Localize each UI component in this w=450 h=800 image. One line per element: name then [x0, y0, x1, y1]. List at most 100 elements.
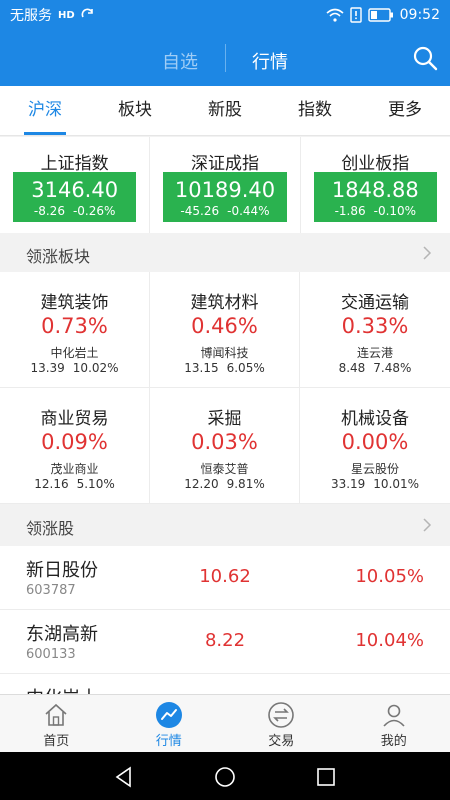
index-value: 1848.88	[331, 178, 419, 202]
sector-card[interactable]: 建筑装饰 0.73% 中化岩土 13.39 10.02%	[0, 272, 150, 388]
index-card-gem[interactable]: 创业板指 1848.88 -1.86 -0.10%	[301, 137, 450, 233]
sector-percent: 0.73%	[41, 314, 108, 338]
sector-lead-stock: 连云港	[356, 346, 393, 360]
section-title: 领涨板块	[26, 247, 91, 266]
lead-stock-price: 8.48	[338, 361, 366, 375]
sector-lead-meta: 12.20 9.81%	[150, 477, 299, 491]
tab-more[interactable]: 更多	[360, 86, 450, 135]
sector-percent: 0.33%	[341, 314, 409, 338]
sector-name: 建筑装饰	[40, 293, 109, 313]
profile-icon	[383, 704, 405, 727]
lead-stock-price: 33.19	[330, 477, 366, 491]
tab-divider	[225, 44, 226, 72]
sector-name: 机械设备	[341, 409, 409, 429]
nav-label: 我的	[380, 734, 407, 749]
sync-icon	[81, 8, 93, 18]
sim-alert-icon	[349, 7, 362, 23]
sector-lead-meta: 13.15 6.05%	[150, 361, 299, 375]
carrier-text: 无服务	[10, 8, 52, 24]
chevron-right-icon	[423, 246, 432, 260]
stock-name: 东湖高新	[26, 624, 98, 645]
lead-stock-price: 13.39	[30, 361, 65, 375]
lead-stock-percent: 6.05%	[226, 361, 265, 375]
lead-stock-price: 13.15	[184, 361, 219, 375]
lead-stock-price: 12.16	[34, 477, 69, 491]
sector-name: 商业贸易	[40, 409, 109, 429]
tab-watchlist[interactable]: 自选	[150, 48, 210, 74]
index-value: 10189.40	[174, 178, 276, 202]
tab-new-stocks[interactable]: 新股	[180, 86, 270, 135]
stock-price: 8.22	[204, 630, 246, 651]
home-icon	[45, 703, 67, 726]
nav-home[interactable]: 首页	[0, 695, 113, 752]
sector-percent: 0.03%	[191, 430, 258, 454]
tab-sectors[interactable]: 板块	[90, 86, 180, 135]
stock-name: 新日股份	[26, 560, 98, 581]
leading-stocks-header[interactable]: 领涨股	[0, 506, 450, 544]
sector-card[interactable]: 交通运输 0.33% 连云港 8.48 7.48%	[300, 272, 450, 388]
sector-name: 采掘	[207, 409, 242, 429]
chevron-right-icon	[423, 518, 432, 532]
battery-icon	[367, 8, 393, 22]
recents-icon[interactable]	[315, 766, 337, 788]
index-change-amount: -1.86	[334, 204, 366, 218]
stock-row[interactable]: 中化岩土	[0, 674, 450, 694]
nav-label: 交易	[268, 734, 295, 749]
index-card-sh[interactable]: 上证指数 3146.40 -8.26 -0.26%	[0, 137, 151, 233]
sector-card[interactable]: 机械设备 0.00% 星云股份 33.19 10.01%	[300, 388, 450, 504]
sector-name: 建筑材料	[190, 293, 259, 313]
trade-exchange-icon	[268, 702, 295, 728]
sector-lead-stock: 茂业商业	[50, 462, 99, 476]
index-summary: 上证指数 3146.40 -8.26 -0.26% 深证成指 10189.40 -…	[0, 137, 450, 233]
lead-stock-percent: 9.81%	[226, 477, 265, 491]
app-screen: 无服务 HD 09:52 自选 行情 沪深 板块 新股 指数 更多 上证指数 3…	[0, 0, 450, 800]
market-trend-icon	[155, 702, 182, 728]
stock-row[interactable]: 东湖高新 600133 8.22 10.04%	[0, 610, 450, 674]
sector-grid: 建筑装饰 0.73% 中化岩土 13.39 10.02% 建筑材料 0.46% 博…	[0, 272, 450, 504]
carrier-group: 无服务 HD	[10, 5, 95, 25]
lead-stock-price: 12.20	[184, 477, 219, 491]
nav-trade[interactable]: 交易	[225, 695, 338, 752]
tab-market[interactable]: 行情	[240, 48, 300, 74]
sector-lead-stock: 星云股份	[350, 462, 399, 476]
sector-lead-meta: 12.16 5.10%	[0, 477, 149, 491]
tab-indices[interactable]: 指数	[270, 86, 360, 135]
clock-text: 09:52	[399, 7, 440, 23]
status-right: 09:52	[326, 7, 440, 23]
lead-stock-percent: 7.48%	[373, 361, 412, 375]
back-icon[interactable]	[113, 766, 135, 788]
sector-lead-stock: 中化岩土	[50, 346, 99, 360]
stock-code: 600133	[26, 647, 76, 662]
nav-label: 首页	[43, 734, 70, 749]
app-bar: 自选 行情	[0, 30, 450, 86]
sector-lead-meta: 33.19 10.01%	[300, 477, 450, 491]
sector-card[interactable]: 商业贸易 0.09% 茂业商业 12.16 5.10%	[0, 388, 150, 504]
sector-card[interactable]: 建筑材料 0.46% 博闻科技 13.15 6.05%	[150, 272, 300, 388]
hd-indicator: HD	[58, 9, 75, 21]
stock-percent: 10.04%	[355, 630, 424, 651]
lead-stock-percent: 10.01%	[373, 477, 420, 491]
stock-row[interactable]: 新日股份 603787 10.62 10.05%	[0, 546, 450, 610]
sector-lead-meta: 13.39 10.02%	[0, 361, 149, 375]
index-value-box: 1848.88 -1.86 -0.10%	[313, 172, 437, 222]
nav-profile[interactable]: 我的	[338, 695, 450, 752]
sector-card[interactable]: 采掘 0.03% 恒泰艾普 12.20 9.81%	[150, 388, 300, 504]
lead-stock-percent: 10.02%	[72, 361, 119, 375]
stock-percent: 10.05%	[355, 566, 424, 587]
search-icon[interactable]	[412, 45, 438, 71]
leading-sectors-header[interactable]: 领涨板块	[0, 234, 450, 272]
index-name: 创业板指	[341, 154, 410, 174]
sector-percent: 0.46%	[191, 314, 258, 338]
sector-lead-stock: 恒泰艾普	[200, 462, 249, 476]
stock-price: 10.62	[199, 566, 251, 587]
tab-shanghai-shenzhen[interactable]: 沪深	[0, 86, 90, 135]
sector-name: 交通运输	[341, 293, 409, 313]
index-change-percent: -0.10%	[373, 204, 417, 218]
home-circle-icon[interactable]	[214, 766, 236, 788]
index-change-amount: -45.26	[180, 204, 220, 218]
nav-market[interactable]: 行情	[113, 695, 226, 752]
nav-label: 行情	[155, 734, 182, 749]
sector-percent: 0.00%	[341, 430, 409, 454]
index-value: 3146.40	[31, 178, 119, 202]
index-card-sz[interactable]: 深证成指 10189.40 -45.26 -0.44%	[150, 137, 301, 233]
